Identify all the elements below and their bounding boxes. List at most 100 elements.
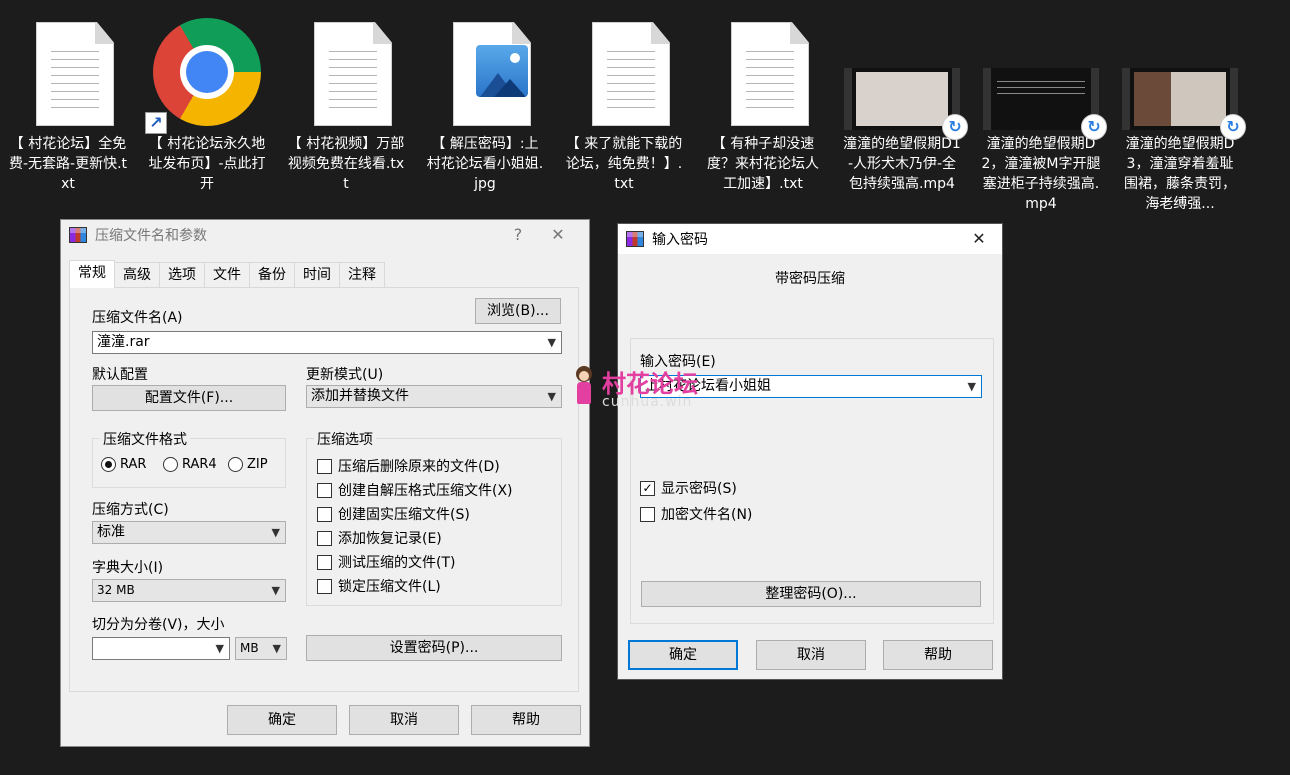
- chevron-down-icon: ▼: [547, 390, 556, 403]
- option-lock-archive[interactable]: 锁定压缩文件(L): [317, 576, 441, 596]
- help-icon[interactable]: ?: [507, 224, 529, 246]
- desktop-icon-caption: 潼潼的绝望假期D1-人形犬木乃伊-全包持续强高.mp4: [843, 136, 961, 192]
- show-password-label: 显示密码(S): [661, 481, 737, 497]
- password-dialog: 输入密码 ✕ 带密码压缩 输入密码(E) 上村花论坛看小姐姐 ▼ ✓ 显示密码(S…: [617, 223, 1003, 680]
- tab-advanced[interactable]: 高级: [114, 262, 160, 288]
- profiles-button[interactable]: 配置文件(F)...: [92, 385, 286, 411]
- desktop-icon-caption: 【 村花视频】万部视频免费在线看.txt: [287, 136, 405, 192]
- update-mode-select[interactable]: 添加并替换文件 ▼: [306, 385, 562, 408]
- desktop-icon-caption: 【 村花论坛永久地址发布页】-点此打开: [148, 136, 266, 192]
- chevron-down-icon: ▼: [272, 642, 281, 655]
- watermark: 村花论坛 cunhua.win: [572, 364, 722, 416]
- checkbox-icon: [317, 482, 332, 498]
- video-file-icon: ↻: [844, 68, 968, 140]
- dialog-title: 输入密码: [652, 232, 708, 248]
- text-file-icon: [314, 22, 392, 126]
- chrome-icon: [153, 18, 261, 126]
- close-icon[interactable]: ✕: [547, 224, 569, 246]
- split-size-combo[interactable]: ▼: [92, 637, 230, 660]
- sync-icon: ↻: [1220, 114, 1246, 140]
- desktop-icon[interactable]: 【 村花论坛】全免费-无套路-更新快.txt: [4, 12, 132, 194]
- update-mode-value: 添加并替换文件: [311, 388, 409, 404]
- radio-selected-icon: [101, 457, 116, 472]
- option-recovery-record[interactable]: 添加恢复记录(E): [317, 528, 442, 548]
- tab-general[interactable]: 常规: [69, 260, 115, 288]
- desktop-icon-caption: 【 来了就能下载的论坛，纯免费！】.txt: [565, 136, 683, 192]
- chevron-down-icon: ▼: [271, 526, 280, 539]
- ok-button[interactable]: 确定: [227, 705, 337, 735]
- help-button[interactable]: 帮助: [883, 640, 993, 670]
- cancel-button[interactable]: 取消: [756, 640, 866, 670]
- organize-passwords-button[interactable]: 整理密码(O)...: [641, 581, 981, 607]
- text-file-icon: [731, 22, 809, 126]
- chevron-down-icon: ▼: [271, 584, 280, 597]
- desktop-icon[interactable]: ↗ 【 村花论坛永久地址发布页】-点此打开: [143, 12, 271, 194]
- option-label: 压缩后删除原来的文件(D): [338, 459, 500, 475]
- checkbox-icon: [317, 530, 332, 546]
- sync-icon: ↻: [942, 114, 968, 140]
- desktop-icon-caption: 潼潼的绝望假期D3，潼潼穿着羞耻围裙，藤条责罚，海老缚强...: [1124, 136, 1236, 212]
- desktop-icon[interactable]: ↻ 潼潼的绝望假期D2，潼潼被M字开腿塞进柜子持续强高.mp4: [977, 12, 1107, 214]
- option-test-files[interactable]: 测试压缩的文件(T): [317, 552, 455, 572]
- browse-button[interactable]: 浏览(B)...: [475, 298, 561, 324]
- encrypt-filenames-checkbox[interactable]: 加密文件名(N): [640, 504, 752, 524]
- option-label: 创建自解压格式压缩文件(X): [338, 483, 513, 499]
- shortcut-arrow-icon: ↗: [145, 112, 167, 134]
- checkmark-icon: ✓: [640, 480, 655, 496]
- dictionary-label: 字典大小(I): [92, 560, 164, 576]
- dialog-heading: 带密码压缩: [775, 271, 845, 287]
- method-select[interactable]: 标准 ▼: [92, 521, 286, 544]
- split-unit-select[interactable]: MB ▼: [235, 637, 287, 660]
- format-rar-label: RAR: [120, 457, 147, 472]
- archive-name-label: 压缩文件名(A): [92, 310, 183, 326]
- desktop-icon[interactable]: 【 解压密码】:上村花论坛看小姐姐.jpg: [421, 12, 549, 194]
- checkbox-icon: [317, 554, 332, 570]
- cancel-button[interactable]: 取消: [349, 705, 459, 735]
- radio-icon: [228, 457, 243, 472]
- tab-comment[interactable]: 注释: [339, 262, 385, 288]
- format-rar-radio[interactable]: RAR: [101, 457, 146, 472]
- option-solid[interactable]: 创建固实压缩文件(S): [317, 504, 470, 524]
- tab-time[interactable]: 时间: [294, 262, 340, 288]
- option-label: 测试压缩的文件(T): [338, 555, 456, 571]
- desktop-icon-caption: 【 村花论坛】全免费-无套路-更新快.txt: [8, 136, 128, 192]
- option-delete-files[interactable]: 压缩后删除原来的文件(D): [317, 456, 500, 476]
- format-rar4-radio[interactable]: RAR4: [163, 457, 217, 472]
- option-sfx[interactable]: 创建自解压格式压缩文件(X): [317, 480, 513, 500]
- radio-icon: [163, 457, 178, 472]
- text-file-icon: [36, 22, 114, 126]
- image-file-icon: [453, 22, 531, 126]
- mascot-icon: [572, 366, 596, 406]
- archive-name-combo[interactable]: 潼潼.rar ▼: [92, 331, 562, 354]
- desktop-icon-caption: 潼潼的绝望假期D2，潼潼被M字开腿塞进柜子持续强高.mp4: [981, 136, 1101, 212]
- desktop-icon[interactable]: 【 村花视频】万部视频免费在线看.txt: [282, 12, 410, 194]
- desktop-icon[interactable]: 【 来了就能下载的论坛，纯免费！】.txt: [560, 12, 688, 194]
- tab-bar: 常规 高级 选项 文件 备份 时间 注释: [69, 260, 385, 288]
- tab-options[interactable]: 选项: [159, 262, 205, 288]
- format-zip-radio[interactable]: ZIP: [228, 457, 268, 472]
- sync-icon: ↻: [1081, 114, 1107, 140]
- checkbox-icon: [317, 458, 332, 474]
- desktop-icon[interactable]: ↻ 潼潼的绝望假期D3，潼潼穿着羞耻围裙，藤条责罚，海老缚强...: [1116, 12, 1246, 214]
- ok-button[interactable]: 确定: [628, 640, 738, 670]
- archive-options-title: 压缩选项: [314, 429, 376, 449]
- title-bar: 压缩文件名和参数 ? ✕: [61, 220, 589, 250]
- archive-name-value: 潼潼.rar: [97, 334, 150, 350]
- archive-format-group: 压缩文件格式 RAR RAR4 ZIP: [92, 429, 286, 488]
- winrar-icon: [626, 231, 644, 247]
- tab-files[interactable]: 文件: [204, 262, 250, 288]
- show-password-checkbox[interactable]: ✓ 显示密码(S): [640, 478, 737, 498]
- close-icon[interactable]: ✕: [968, 228, 990, 250]
- desktop-icon[interactable]: 【 有种子却没速度？来村花论坛人工加速】.txt: [699, 12, 827, 194]
- checkbox-icon: [317, 506, 332, 522]
- dictionary-value: 32 MB: [97, 583, 135, 597]
- desktop-icon[interactable]: ↻ 潼潼的绝望假期D1-人形犬木乃伊-全包持续强高.mp4: [838, 12, 968, 194]
- set-password-button[interactable]: 设置密码(P)...: [306, 635, 562, 661]
- tab-backup[interactable]: 备份: [249, 262, 295, 288]
- format-rar4-label: RAR4: [182, 457, 217, 472]
- dictionary-select[interactable]: 32 MB ▼: [92, 579, 286, 602]
- method-label: 压缩方式(C): [92, 502, 169, 518]
- option-label: 创建固实压缩文件(S): [338, 507, 470, 523]
- help-button[interactable]: 帮助: [471, 705, 581, 735]
- format-zip-label: ZIP: [247, 457, 268, 472]
